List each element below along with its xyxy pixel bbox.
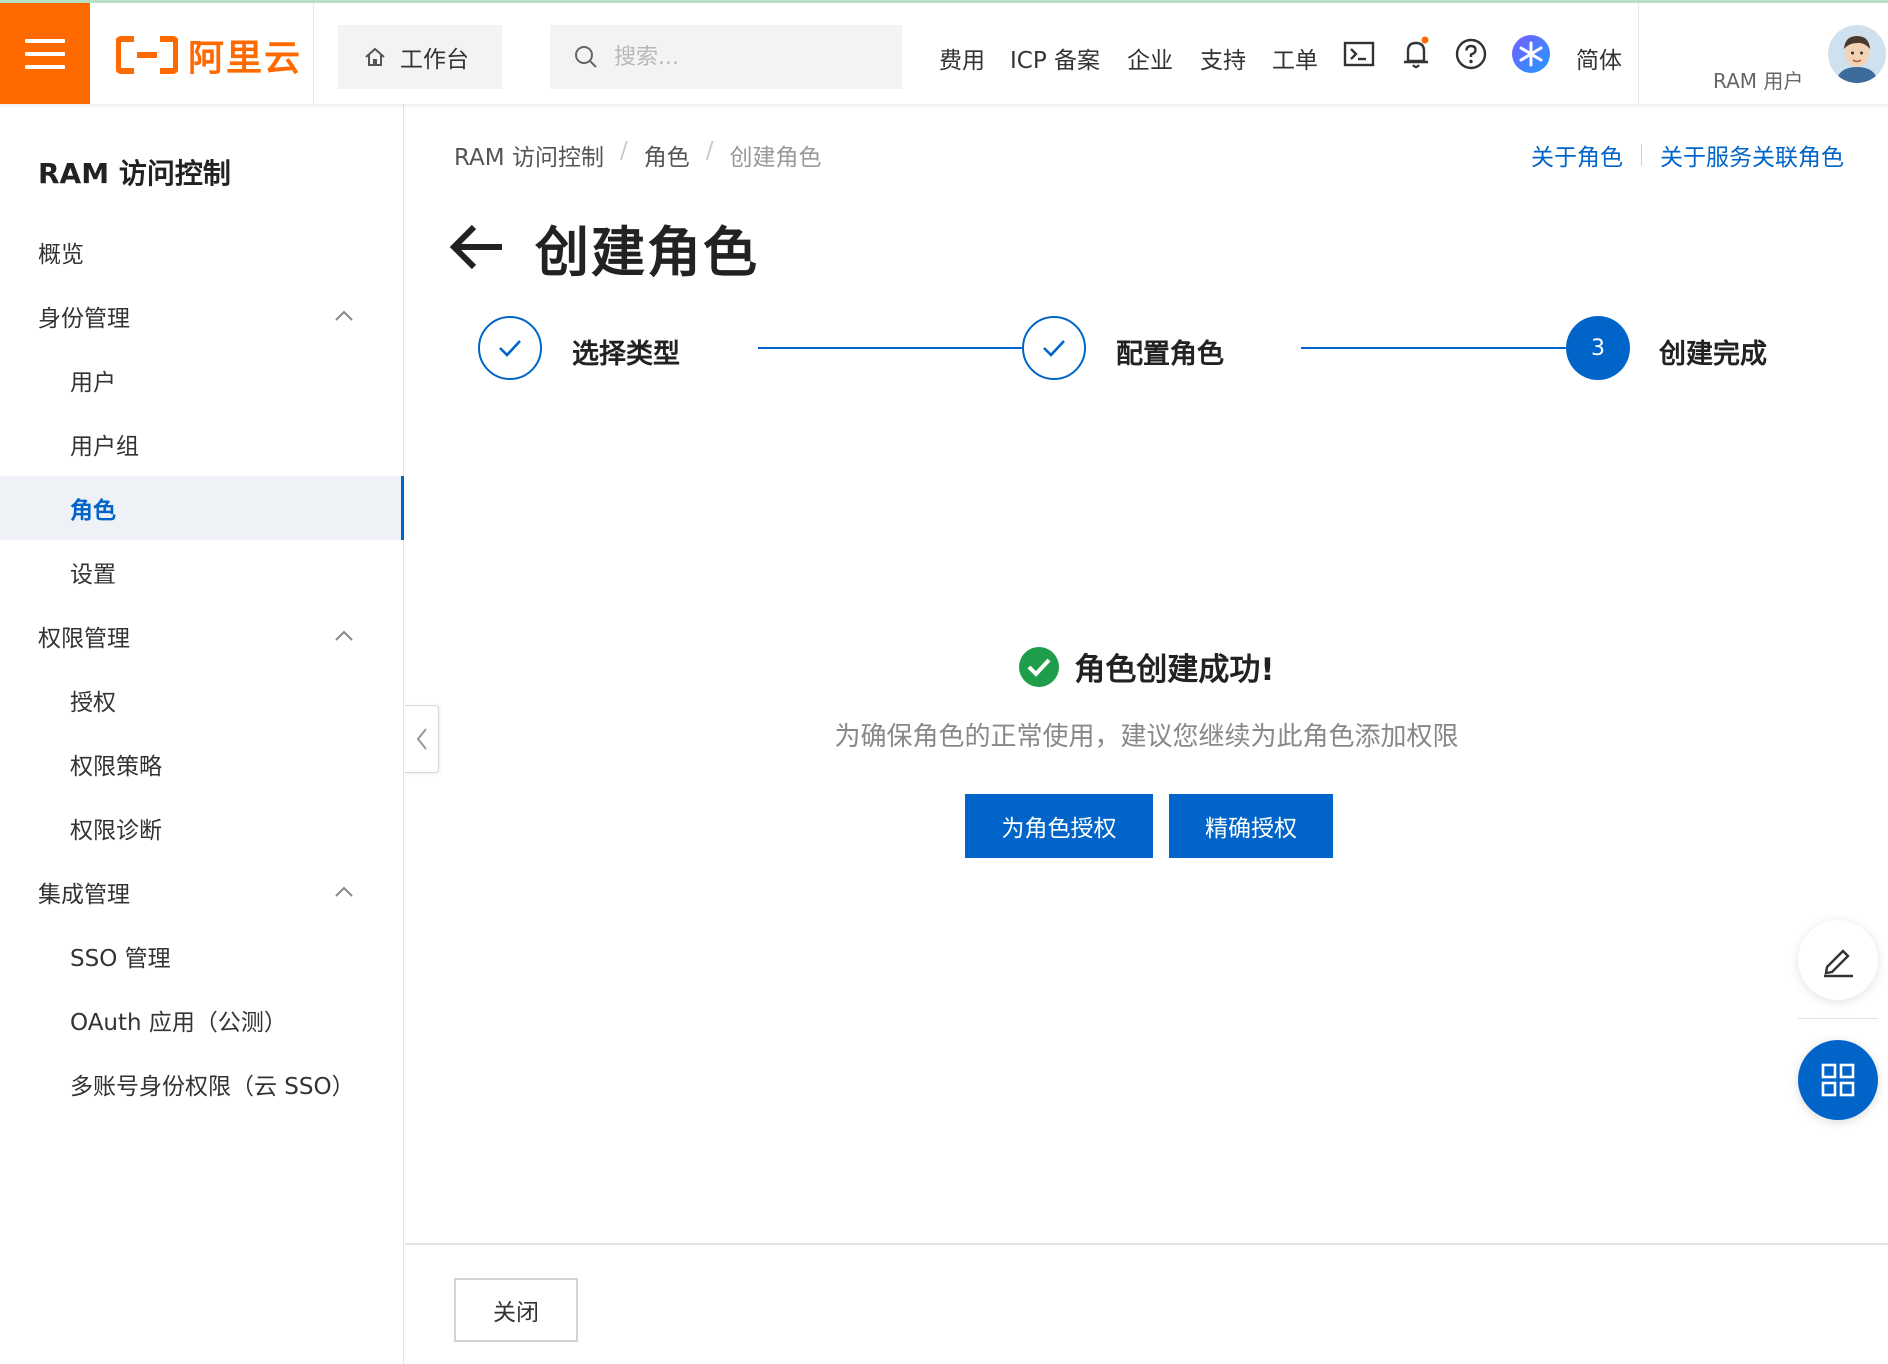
chevron-left-icon xyxy=(416,728,427,750)
step-indicator: 选择类型 配置角色 3 创建完成 xyxy=(478,312,1778,382)
nav-ticket[interactable]: 工单 xyxy=(1272,41,1318,75)
sidebar-item-sso[interactable]: SSO 管理 xyxy=(0,924,404,988)
feedback-button[interactable] xyxy=(1798,920,1878,1000)
home-icon xyxy=(365,47,385,66)
result-title-row: 角色创建成功! xyxy=(1018,644,1275,689)
chevron-up-icon xyxy=(335,886,353,897)
apps-button[interactable] xyxy=(1798,1040,1878,1120)
step-2-check-icon xyxy=(1022,316,1086,380)
sidebar-item-label: 授权 xyxy=(70,690,116,716)
breadcrumb: RAM 访问控制 / 角色 / 创建角色 xyxy=(454,138,821,172)
sidebar-item-label: 用户组 xyxy=(70,434,139,460)
divider xyxy=(1638,3,1639,104)
aliyun-logo-mark xyxy=(116,36,178,74)
sidebar-title: RAM 访问控制 xyxy=(38,157,231,190)
divider xyxy=(1798,1018,1878,1019)
nav-support[interactable]: 支持 xyxy=(1200,41,1246,75)
sidebar-item-label: 角色 xyxy=(70,498,116,524)
sidebar-item-label: 身份管理 xyxy=(38,306,130,332)
step-1-check-icon xyxy=(478,316,542,380)
sidebar-item-label: OAuth 应用（公测） xyxy=(70,1010,287,1036)
sidebar-item-grants[interactable]: 授权 xyxy=(0,668,404,732)
chevron-up-icon xyxy=(335,630,353,641)
aliyun-logo[interactable]: 阿里云 xyxy=(116,33,302,79)
close-button[interactable]: 关闭 xyxy=(454,1278,578,1342)
sidebar-item-diagnostics[interactable]: 权限诊断 xyxy=(0,796,404,860)
nav-billing[interactable]: 费用 xyxy=(939,41,985,75)
nav-enterprise[interactable]: 企业 xyxy=(1127,41,1173,75)
step-3-number: 3 xyxy=(1566,316,1630,380)
precise-grant-button[interactable]: 精确授权 xyxy=(1169,794,1333,858)
breadcrumb-current: 创建角色 xyxy=(729,145,822,171)
result-description: 为确保角色的正常使用，建议您继续为此角色添加权限 xyxy=(834,721,1459,752)
edit-icon xyxy=(1824,949,1853,978)
step-connector xyxy=(1301,347,1597,349)
sidebar-item-label: 集成管理 xyxy=(38,882,130,908)
result-title: 角色创建成功! xyxy=(1074,652,1275,688)
search-box[interactable] xyxy=(550,25,902,89)
sidebar-item-users[interactable]: 用户 xyxy=(0,348,404,412)
language-switch[interactable]: 简体 xyxy=(1576,41,1622,75)
footer-bar: 关闭 xyxy=(405,1243,1888,1364)
result-actions: 为角色授权 精确授权 xyxy=(965,794,1333,858)
help-links: 关于角色 关于服务关联角色 xyxy=(1531,138,1844,172)
search-input[interactable] xyxy=(614,44,874,70)
sidebar-collapse-button[interactable] xyxy=(405,705,439,773)
chevron-up-icon xyxy=(335,310,353,321)
success-check-icon xyxy=(1019,646,1060,687)
sidebar-item-label: 权限诊断 xyxy=(70,818,162,844)
sidebar-group-identity[interactable]: 身份管理 xyxy=(0,284,404,348)
page-title: 创建角色 xyxy=(535,221,759,284)
step-2-label: 配置角色 xyxy=(1116,339,1224,370)
sidebar-item-label: 权限策略 xyxy=(70,754,162,780)
grid-icon xyxy=(1821,1063,1855,1097)
workbench-button[interactable]: 工作台 xyxy=(338,25,502,89)
breadcrumb-roles[interactable]: 角色 xyxy=(644,138,690,172)
divider xyxy=(313,3,314,104)
bell-icon[interactable] xyxy=(1399,36,1433,71)
breadcrumb-separator: / xyxy=(705,138,714,164)
breadcrumb-separator: / xyxy=(619,138,628,164)
notification-dot xyxy=(1421,36,1429,44)
sidebar: RAM 访问控制 概览 身份管理 用户 用户组 角色 设置 权限管理 授权 权限… xyxy=(0,104,404,1364)
step-1-label: 选择类型 xyxy=(572,339,680,370)
sidebar-item-roles[interactable]: 角色 xyxy=(0,476,404,540)
sidebar-item-overview[interactable]: 概览 xyxy=(0,220,404,284)
top-navigation-bar: 阿里云 工作台 费用 ICP 备案 企业 支持 工单 xyxy=(0,0,1888,104)
user-avatar[interactable] xyxy=(1828,25,1886,83)
sidebar-item-oauth-apps[interactable]: OAuth 应用（公测） xyxy=(0,988,404,1052)
sidebar-item-label: 概览 xyxy=(38,242,84,268)
sidebar-item-label: SSO 管理 xyxy=(70,946,171,972)
user-label[interactable]: RAM 用户 xyxy=(1713,65,1803,94)
sidebar-item-settings[interactable]: 设置 xyxy=(0,540,404,604)
sidebar-item-label: 设置 xyxy=(70,562,116,588)
workbench-label: 工作台 xyxy=(400,47,469,73)
sidebar-item-user-groups[interactable]: 用户组 xyxy=(0,412,404,476)
nav-icp-filing[interactable]: ICP 备案 xyxy=(1010,41,1100,75)
main-content: RAM 访问控制 / 角色 / 创建角色 关于角色 关于服务关联角色 创建角色 … xyxy=(405,104,1888,1364)
aliyun-logo-text: 阿里云 xyxy=(188,38,303,79)
about-roles-link[interactable]: 关于角色 xyxy=(1531,138,1623,172)
sidebar-item-label: 权限管理 xyxy=(38,626,130,652)
assistant-icon[interactable] xyxy=(1511,34,1551,74)
back-arrow-icon[interactable] xyxy=(450,222,506,272)
sidebar-item-label: 多账号身份权限（云 SSO） xyxy=(70,1074,355,1100)
menu-icon[interactable] xyxy=(0,3,90,104)
terminal-icon[interactable] xyxy=(1342,37,1376,71)
result-panel: 角色创建成功! 为确保角色的正常使用，建议您继续为此角色添加权限 xyxy=(405,644,1888,753)
sidebar-group-permissions[interactable]: 权限管理 xyxy=(0,604,404,668)
sidebar-group-integration[interactable]: 集成管理 xyxy=(0,860,404,924)
search-icon xyxy=(575,46,597,68)
about-service-linked-roles-link[interactable]: 关于服务关联角色 xyxy=(1660,138,1844,172)
sidebar-item-label: 用户 xyxy=(70,370,116,396)
help-icon[interactable] xyxy=(1454,37,1488,71)
grant-role-permission-button[interactable]: 为角色授权 xyxy=(965,794,1153,858)
sidebar-item-cloud-sso[interactable]: 多账号身份权限（云 SSO） xyxy=(0,1052,404,1116)
sidebar-item-policies[interactable]: 权限策略 xyxy=(0,732,404,796)
step-3-label: 创建完成 xyxy=(1659,339,1767,370)
breadcrumb-ram[interactable]: RAM 访问控制 xyxy=(454,138,604,172)
step-connector xyxy=(758,347,1054,349)
divider xyxy=(1641,144,1642,166)
